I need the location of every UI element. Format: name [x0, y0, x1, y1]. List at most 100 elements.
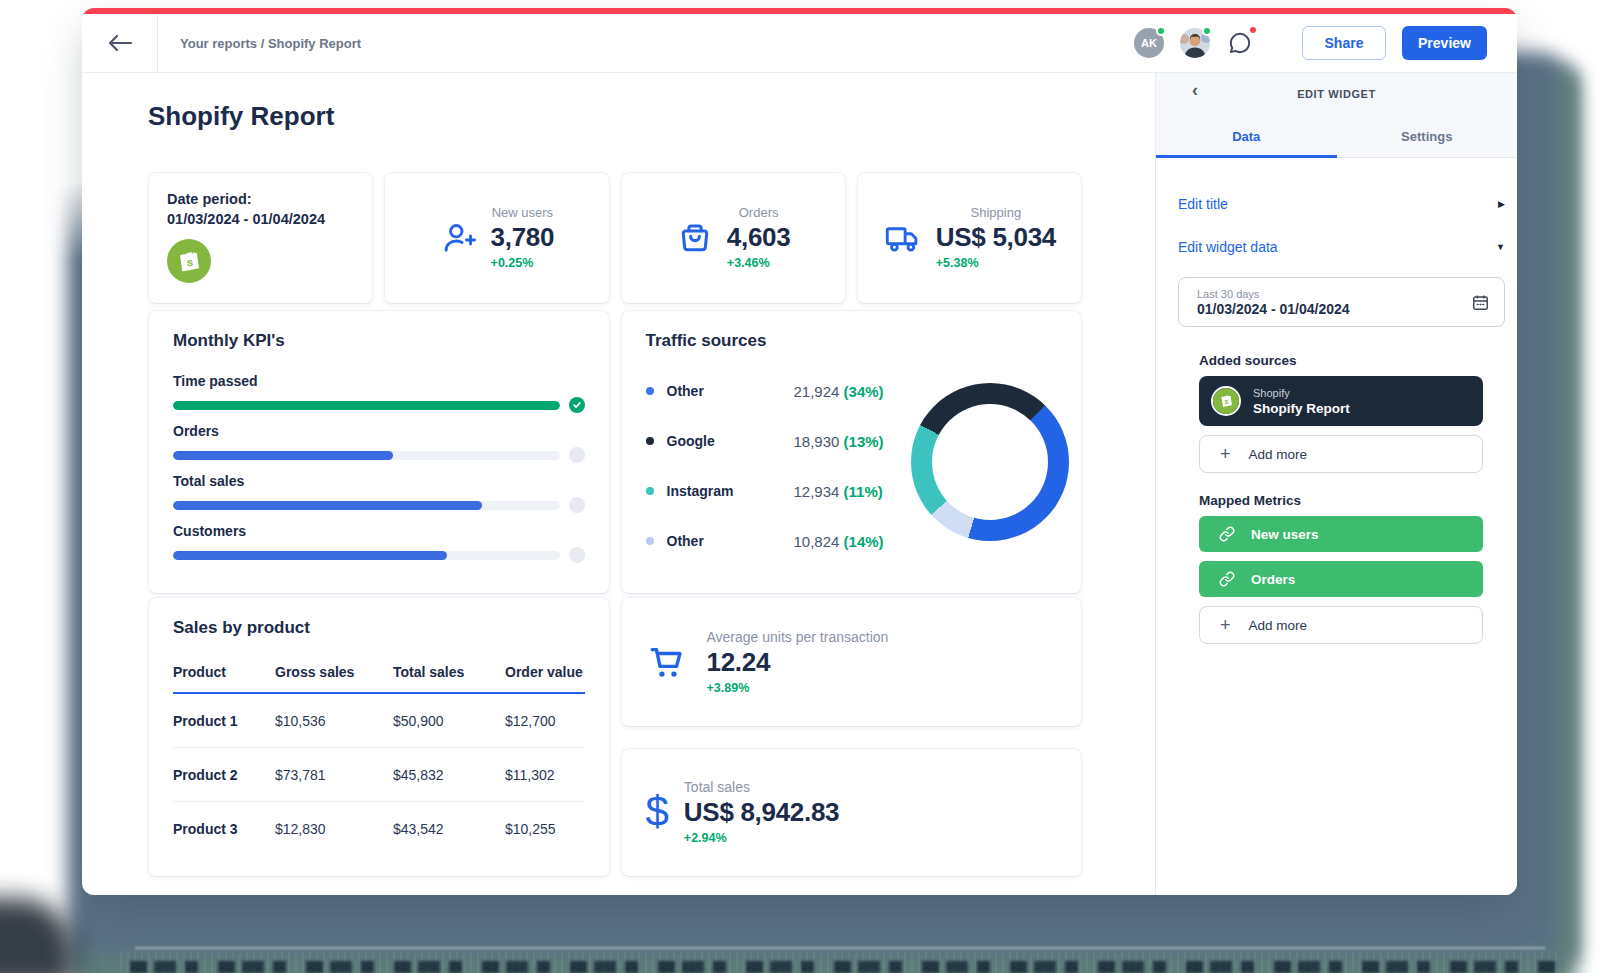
widget-title: Traffic sources	[646, 331, 1058, 351]
add-metric-button[interactable]: + Add more	[1199, 606, 1483, 644]
kpi-bar-track	[173, 401, 560, 410]
metric-delta: +2.94%	[684, 831, 839, 845]
table-cell: Product 1	[173, 713, 275, 729]
widget-orders[interactable]: Orders 4,603 +3.46%	[621, 172, 846, 304]
metric-value: 4,603	[727, 222, 791, 253]
kpi-bar-row: Customers	[173, 523, 585, 563]
legend-label: Instagram	[667, 483, 734, 499]
pending-circle-icon	[569, 497, 585, 513]
add-source-button[interactable]: + Add more	[1199, 435, 1483, 473]
legend-label: Google	[667, 433, 715, 449]
table-row: Product 2$73,781$45,832$11,302	[173, 748, 585, 802]
table-cell: $12,700	[505, 713, 585, 729]
table-cell: $43,542	[393, 821, 505, 837]
mapped-metrics-label: Mapped Metrics	[1199, 493, 1483, 508]
back-button[interactable]	[82, 14, 158, 72]
shopify-logo-icon: s	[167, 239, 354, 287]
legend-value: 12,934 (11%)	[794, 483, 912, 500]
pending-circle-icon	[569, 547, 585, 563]
source-shopify[interactable]: s Shopify Shopify Report	[1199, 376, 1483, 426]
report-canvas: Shopify Report Date period: 01/03/2024 -…	[82, 73, 1155, 895]
table-cell: Product 3	[173, 821, 275, 837]
page-title: Shopify Report	[148, 101, 1082, 132]
widget-average-units[interactable]: Average units per transaction 12.24 +3.8…	[621, 597, 1083, 727]
legend-label: Other	[667, 383, 704, 399]
column-header: Gross sales	[275, 664, 393, 680]
pending-circle-icon	[569, 447, 585, 463]
background-blurred-text	[130, 961, 1555, 973]
chat-button[interactable]	[1224, 27, 1256, 59]
column-header: Product	[173, 664, 275, 680]
legend-dot	[646, 437, 654, 445]
widget-date-period[interactable]: Date period: 01/03/2024 - 01/04/2024 s	[148, 172, 373, 304]
preview-button[interactable]: Preview	[1402, 26, 1487, 60]
widget-total-sales[interactable]: $ Total sales US$ 8,942.83 +2.94%	[621, 748, 1083, 878]
edit-widget-data-row[interactable]: Edit widget data ▼	[1178, 239, 1505, 255]
metric-label: New users	[492, 205, 553, 220]
avatar-photo[interactable]	[1180, 28, 1210, 58]
legend-dot	[646, 537, 654, 545]
shopify-logo-icon: s	[1211, 386, 1241, 416]
background-highlight-line	[135, 947, 1545, 949]
mapped-metric-new-users[interactable]: New users	[1199, 516, 1483, 552]
widget-new-users[interactable]: New users 3,780 +0.25%	[384, 172, 609, 304]
widget-monthly-kpis[interactable]: Monthly KPI's Time passed Orders Total sal…	[148, 310, 610, 594]
background-mask	[50, 0, 82, 260]
table-cell: $50,900	[393, 713, 505, 729]
metric-value: 12.24	[707, 647, 889, 678]
breadcrumb[interactable]: Your reports / Shopify Report	[180, 36, 361, 51]
mapped-metric-orders[interactable]: Orders	[1199, 561, 1483, 597]
table-cell: $45,832	[393, 767, 505, 783]
legend-dot	[646, 387, 654, 395]
metric-value: US$ 5,034	[936, 222, 1056, 253]
kpi-bar-track	[173, 501, 560, 510]
donut-chart	[911, 383, 1069, 541]
avatar-ak[interactable]: AK	[1134, 28, 1164, 58]
kpi-bar-row: Time passed	[173, 373, 585, 413]
kpi-bar-row: Total sales	[173, 473, 585, 513]
legend-row: Instagram 12,934 (11%)	[646, 483, 912, 500]
link-icon	[1219, 571, 1235, 587]
background-dark-blob	[0, 898, 74, 973]
dollar-icon: $	[646, 791, 669, 833]
kpi-bar-label: Time passed	[173, 373, 585, 390]
table-cell: $12,830	[275, 821, 393, 837]
tab-settings[interactable]: Settings	[1337, 129, 1518, 157]
sales-table-body: Product 1$10,536$50,900$12,700 Product 2$…	[173, 694, 585, 856]
kpi-bar-label: Orders	[173, 423, 585, 440]
check-circle-icon	[569, 397, 585, 413]
legend-value: 21,924 (34%)	[794, 383, 912, 400]
metric-delta: +0.25%	[491, 256, 555, 270]
date-range-picker[interactable]: Last 30 days 01/03/2024 - 01/04/2024	[1178, 277, 1505, 327]
widget-sales-by-product[interactable]: Sales by product ProductGross salesTotal…	[148, 597, 610, 877]
widget-shipping[interactable]: Shipping US$ 5,034 +5.38%	[857, 172, 1082, 304]
table-cell: $10,255	[505, 821, 585, 837]
online-status-dot	[1156, 26, 1166, 36]
chevron-right-icon: ▶	[1498, 199, 1505, 209]
legend-row: Other 21,924 (34%)	[646, 383, 912, 400]
shopping-bag-icon	[676, 219, 714, 257]
sidebar-tabs: Data Settings	[1156, 129, 1517, 157]
column-header: Order value	[505, 664, 585, 680]
metric-delta: +5.38%	[936, 256, 1056, 270]
collapse-panel-icon[interactable]: ‹	[1192, 81, 1198, 99]
back-arrow-icon	[107, 33, 133, 53]
panel-title: EDIT WIDGET	[1297, 88, 1376, 100]
tab-data[interactable]: Data	[1156, 129, 1337, 157]
share-button[interactable]: Share	[1302, 26, 1386, 60]
user-plus-icon	[440, 219, 478, 257]
truck-icon	[883, 218, 923, 258]
table-row: Product 3$12,830$43,542$10,255	[173, 802, 585, 856]
legend-row: Other10,824 (14%)	[646, 533, 912, 550]
legend-value: 18,930 (13%)	[794, 433, 912, 450]
sales-table-header: ProductGross salesTotal salesOrder value	[173, 664, 585, 694]
metric-label: Total sales	[684, 779, 839, 795]
table-cell: $73,781	[275, 767, 393, 783]
edit-title-row[interactable]: Edit title ▶	[1178, 196, 1505, 212]
table-cell: $10,536	[275, 713, 393, 729]
kpi-bar-track	[173, 551, 560, 560]
widget-title: Monthly KPI's	[173, 331, 585, 351]
added-sources-label: Added sources	[1199, 353, 1483, 368]
legend-row: Google 18,930 (13%)	[646, 433, 912, 450]
widget-traffic-sources[interactable]: Traffic sources Other 21,924 (34%) Google 1…	[621, 310, 1083, 594]
